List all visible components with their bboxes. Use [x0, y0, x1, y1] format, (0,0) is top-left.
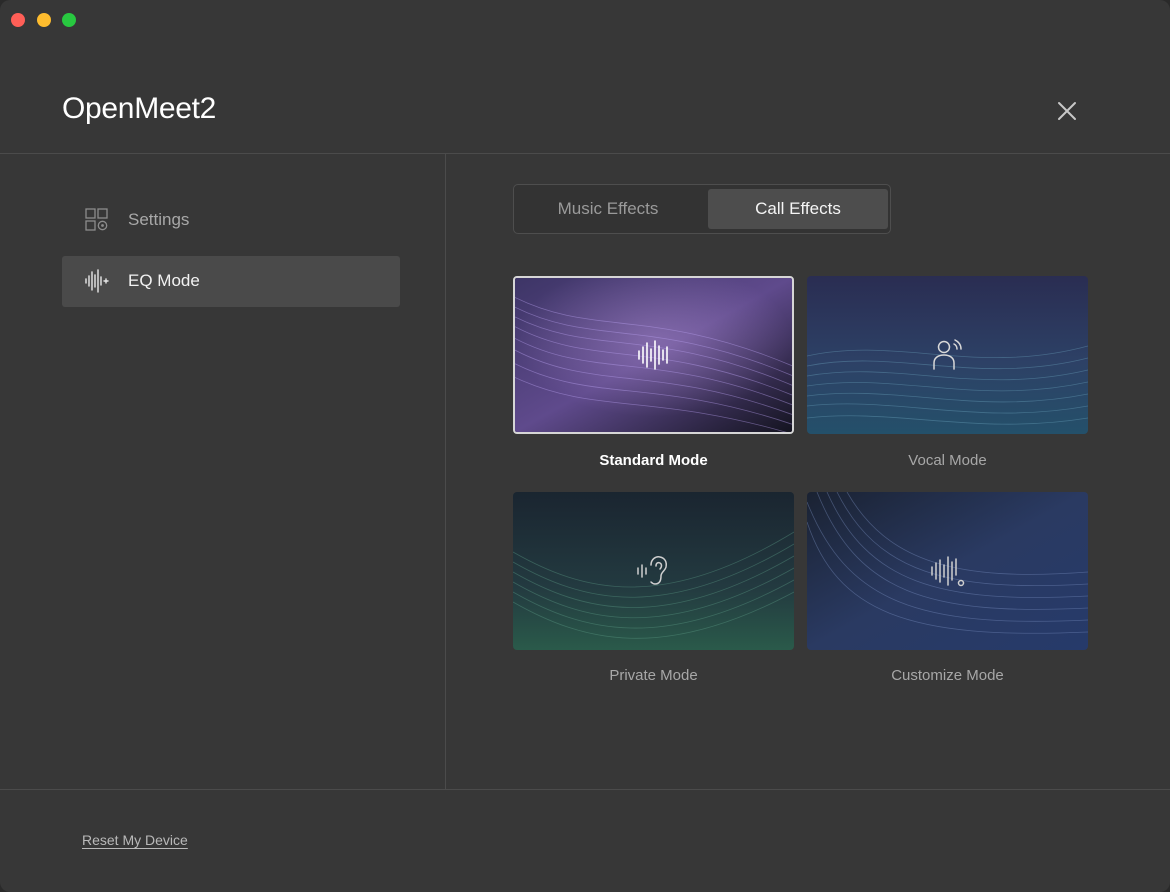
sidebar-divider — [445, 154, 446, 789]
person-voice-icon — [932, 339, 962, 370]
mode-card-customize[interactable] — [807, 492, 1088, 650]
eq-wave-icon — [85, 269, 109, 293]
close-button[interactable] — [1054, 98, 1080, 124]
waveform-icon — [637, 340, 668, 370]
ear-icon — [636, 556, 667, 585]
sidebar-item-settings[interactable]: Settings — [62, 195, 400, 246]
mode-label-vocal: Vocal Mode — [908, 452, 987, 469]
sidebar-item-eq-mode[interactable]: EQ Mode — [62, 256, 400, 307]
sidebar-item-label: EQ Mode — [128, 271, 200, 290]
window-zoom-dot[interactable] — [62, 13, 76, 27]
tab-music-effects[interactable]: Music Effects — [518, 189, 698, 229]
app-window: OpenMeet2 Settings EQ Mode Music Effects… — [0, 0, 1170, 892]
effects-tab-bar: Music Effects Call Effects — [513, 184, 891, 234]
mode-card-private[interactable] — [513, 492, 794, 650]
mode-label-standard: Standard Mode — [599, 452, 708, 469]
settings-grid-icon — [85, 208, 108, 231]
sidebar-item-label: Settings — [128, 210, 190, 229]
app-title: OpenMeet2 — [62, 92, 217, 125]
mode-card-vocal[interactable] — [807, 276, 1088, 434]
reset-device-link[interactable]: Reset My Device — [82, 832, 188, 848]
mode-label-customize: Customize Mode — [891, 667, 1004, 684]
mode-label-private: Private Mode — [609, 667, 698, 684]
header-divider — [0, 153, 1170, 154]
custom-waveform-icon — [930, 556, 964, 587]
mode-card-standard[interactable] — [513, 276, 794, 434]
window-close-dot[interactable] — [11, 13, 25, 27]
tab-call-effects[interactable]: Call Effects — [708, 189, 888, 229]
footer-divider — [0, 789, 1170, 790]
window-minimize-dot[interactable] — [37, 13, 51, 27]
close-icon — [1058, 102, 1076, 120]
